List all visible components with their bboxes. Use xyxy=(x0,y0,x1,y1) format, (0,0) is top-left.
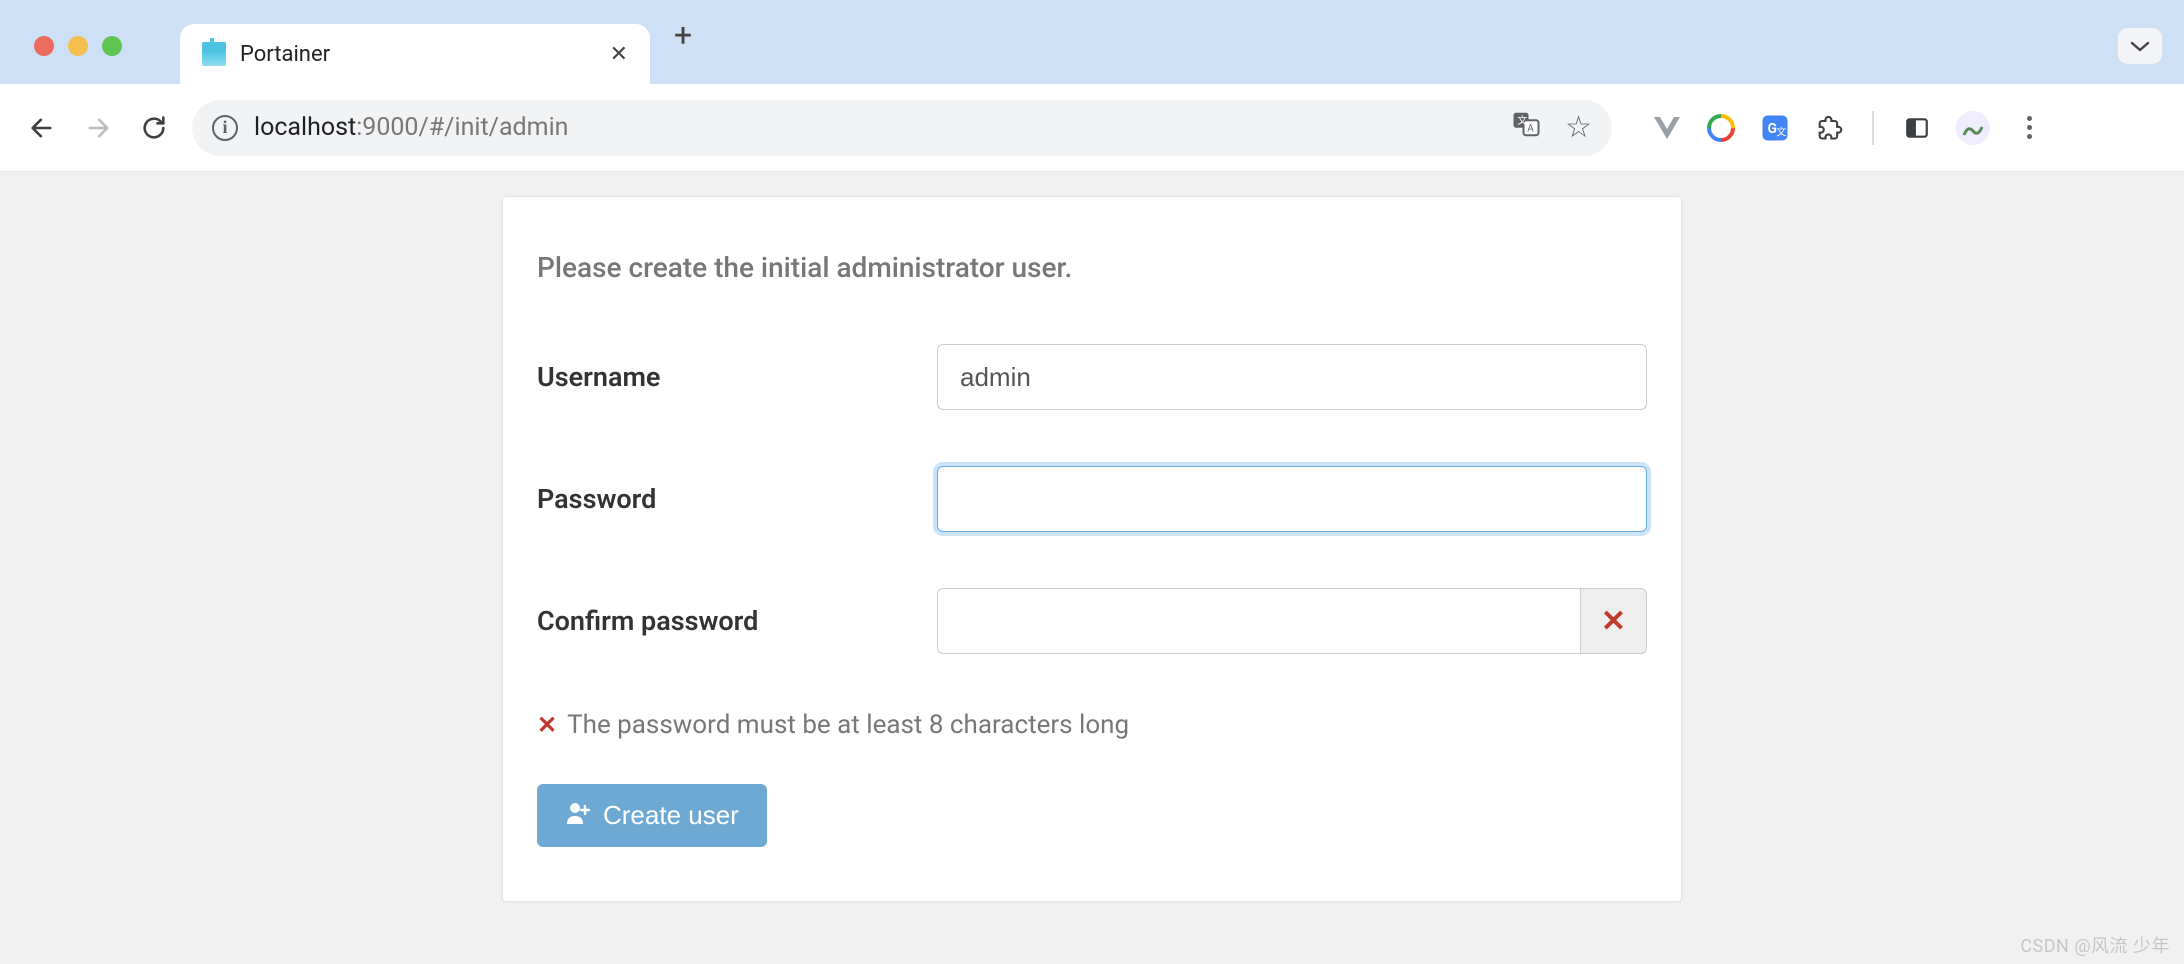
google-translate-extension-icon[interactable]: G文 xyxy=(1760,113,1790,143)
address-bar[interactable]: i localhost:9000/#/init/admin 文A ☆ xyxy=(192,100,1612,156)
browser-menu-button[interactable] xyxy=(2014,113,2044,143)
site-info-icon[interactable]: i xyxy=(212,115,238,141)
password-mismatch-icon: ✕ xyxy=(1581,588,1647,654)
url-text: localhost:9000/#/init/admin xyxy=(254,113,568,142)
create-user-label: Create user xyxy=(603,800,739,831)
confirm-password-row: Confirm password ✕ xyxy=(537,588,1647,654)
create-user-button[interactable]: Create user xyxy=(537,784,767,847)
google-extension-icon[interactable] xyxy=(1706,113,1736,143)
validation-text: The password must be at least 8 characte… xyxy=(567,710,1129,740)
page-heading: Please create the initial administrator … xyxy=(537,251,1647,284)
username-label: Username xyxy=(537,361,937,393)
svg-text:A: A xyxy=(1527,124,1534,135)
window-close-button[interactable] xyxy=(34,36,54,56)
username-input[interactable] xyxy=(937,344,1647,410)
confirm-password-input[interactable] xyxy=(937,588,1581,654)
arrow-right-icon xyxy=(84,114,112,142)
username-row: Username xyxy=(537,344,1647,410)
reload-button[interactable] xyxy=(136,110,172,146)
password-label: Password xyxy=(537,483,937,515)
reload-icon xyxy=(140,114,168,142)
browser-tabstrip: Portainer ✕ + xyxy=(0,0,2184,84)
error-x-icon: ✕ xyxy=(537,711,557,739)
password-input[interactable] xyxy=(937,466,1647,532)
tab-overflow-button[interactable] xyxy=(2118,28,2162,64)
vue-extension-icon[interactable] xyxy=(1652,113,1682,143)
window-controls xyxy=(34,36,122,56)
window-minimize-button[interactable] xyxy=(68,36,88,56)
watermark-text: CSDN @风流 少年 xyxy=(2020,932,2170,958)
page-content: Please create the initial administrator … xyxy=(0,172,2184,964)
window-maximize-button[interactable] xyxy=(102,36,122,56)
svg-text:文: 文 xyxy=(1776,125,1786,138)
svg-text:文: 文 xyxy=(1517,114,1527,127)
extension-icons: G文 xyxy=(1652,111,2044,145)
init-admin-card: Please create the initial administrator … xyxy=(502,196,1682,902)
back-button[interactable] xyxy=(24,110,60,146)
toolbar-separator xyxy=(1872,111,1874,145)
url-host: localhost xyxy=(254,113,356,142)
close-tab-icon[interactable]: ✕ xyxy=(610,42,628,67)
browser-tab[interactable]: Portainer ✕ xyxy=(180,24,650,84)
sidepanel-icon[interactable] xyxy=(1902,113,1932,143)
browser-toolbar: i localhost:9000/#/init/admin 文A ☆ G文 xyxy=(0,84,2184,172)
portainer-favicon-icon xyxy=(202,42,226,66)
tab-title: Portainer xyxy=(240,42,330,67)
chevron-down-icon xyxy=(2130,39,2150,53)
url-path: :9000/#/init/admin xyxy=(356,113,568,142)
confirm-password-label: Confirm password xyxy=(537,605,937,637)
extensions-puzzle-icon[interactable] xyxy=(1814,113,1844,143)
bookmark-star-icon[interactable]: ☆ xyxy=(1565,110,1592,145)
password-validation-message: ✕ The password must be at least 8 charac… xyxy=(537,710,1647,740)
translate-icon[interactable]: 文A xyxy=(1511,109,1541,146)
password-row: Password xyxy=(537,466,1647,532)
profile-avatar-icon[interactable] xyxy=(1956,111,1990,145)
arrow-left-icon xyxy=(28,114,56,142)
user-plus-icon xyxy=(565,800,591,831)
forward-button[interactable] xyxy=(80,110,116,146)
new-tab-button[interactable]: + xyxy=(674,16,692,54)
